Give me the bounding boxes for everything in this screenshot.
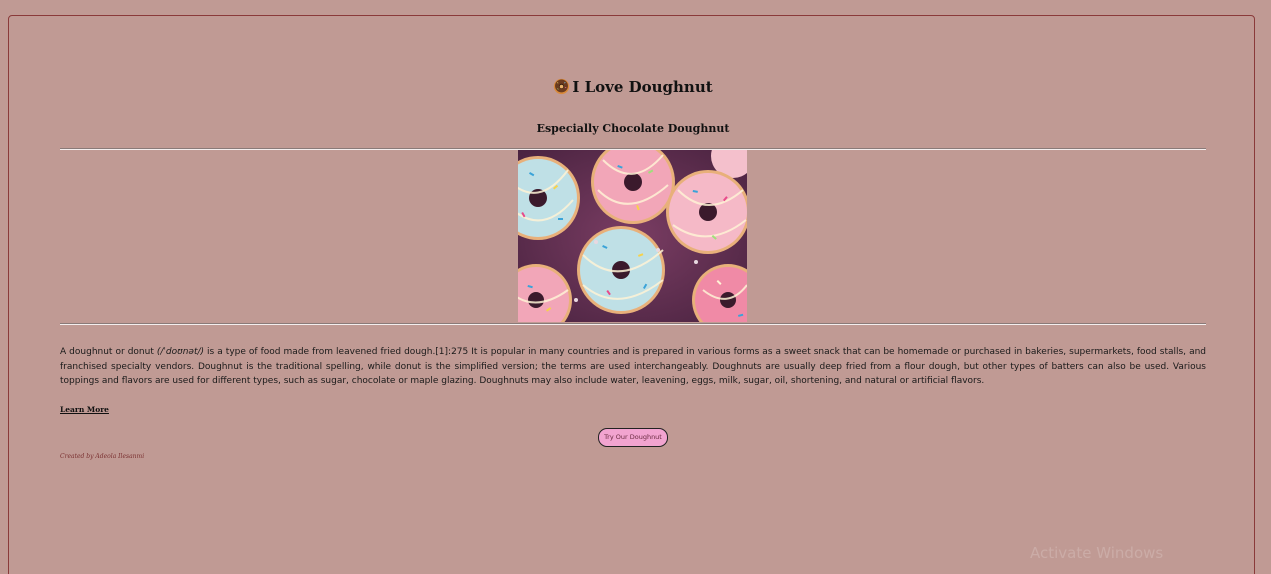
cta-container: Try Our Doughnut [60,424,1206,447]
description-body: is a type of food made from leavened fri… [60,347,1207,386]
doughnuts-photo-graphic [518,150,747,322]
page-title: I Love Doughnut [60,77,1206,97]
page-subtitle: Especially Chocolate Doughnut [536,122,730,135]
learn-more-link[interactable]: Learn More [60,405,109,414]
description-intro: A doughnut or donut [60,347,157,357]
page-title-text: I Love Doughnut [572,78,713,96]
doughnuts-photo [518,150,747,322]
page-frame: I Love Doughnut Especially Chocolate Dou… [8,15,1255,574]
bottom-divider [60,323,1206,325]
doughnut-icon [554,78,570,95]
doughnut-description: A doughnut or donut (/ˈdoʊnət/) is a typ… [60,345,1206,389]
try-our-doughnut-button[interactable]: Try Our Doughnut [598,428,668,447]
description-phonetic: (/ˈdoʊnət/) [156,347,205,357]
activate-windows-watermark: Activate Windows [1030,544,1164,562]
author-credit: Created by Adeola Ilesanmi [60,453,145,460]
